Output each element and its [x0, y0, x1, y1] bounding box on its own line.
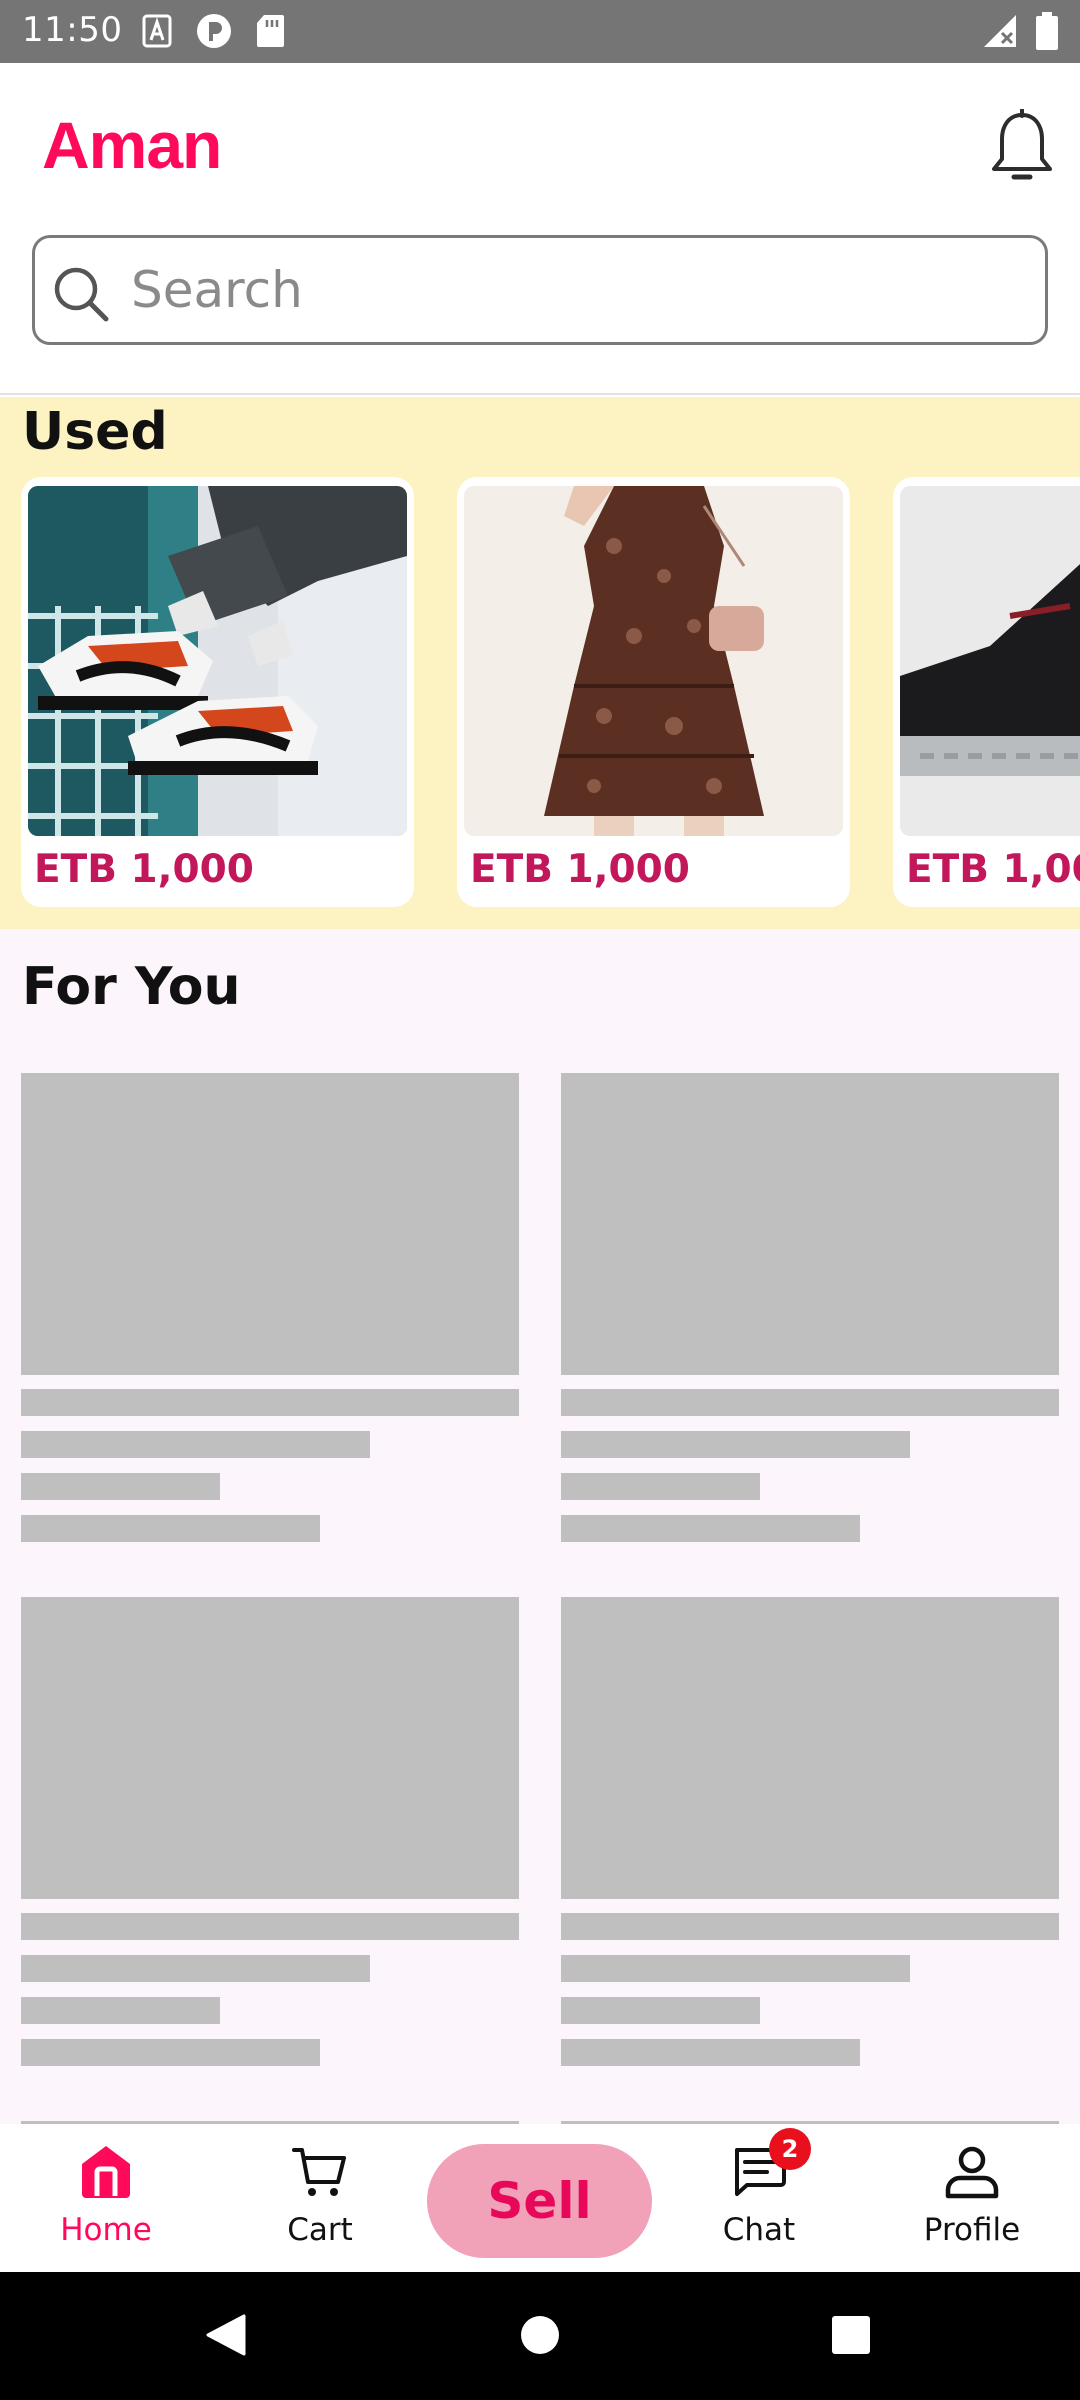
- used-product-price: ETB 1,000: [34, 847, 254, 892]
- battery-icon: [1036, 12, 1058, 50]
- search-input[interactable]: [131, 252, 1011, 328]
- used-product-card[interactable]: ETB 1,000: [21, 477, 414, 907]
- nav-cart-label: Cart: [287, 2212, 353, 2248]
- recents-icon[interactable]: [830, 2312, 872, 2358]
- skeleton-line: [561, 1913, 1059, 1940]
- used-product-card[interactable]: ETB 1,000: [457, 477, 850, 907]
- bottom-nav: Home Cart Sell 2 Chat Profile: [0, 2124, 1080, 2272]
- skeleton-line: [561, 1955, 910, 1982]
- search-icon: [54, 267, 109, 322]
- skeleton-line: [21, 1913, 519, 1940]
- nav-chat[interactable]: 2 Chat: [699, 2124, 819, 2272]
- skeleton-image: [21, 1597, 519, 1899]
- used-product-price: ETB 1,000: [470, 847, 690, 892]
- status-bar: 11:50: [0, 0, 1080, 63]
- skeleton-image: [21, 1073, 519, 1375]
- nav-chat-label: Chat: [722, 2212, 796, 2248]
- signal-off-icon: [984, 15, 1016, 47]
- app-header: Aman: [0, 63, 1080, 395]
- skeleton-line: [561, 2039, 860, 2066]
- skeleton-line: [561, 1473, 760, 1500]
- for-you-section-title: For You: [22, 957, 241, 1017]
- profile-icon: [945, 2146, 999, 2199]
- nav-cart[interactable]: Cart: [260, 2124, 380, 2272]
- chat-unread-badge: 2: [769, 2128, 811, 2170]
- home-icon: [82, 2146, 130, 2198]
- p-circle-icon: [197, 14, 231, 48]
- skeleton-line: [21, 1515, 320, 1542]
- used-section-title: Used: [22, 402, 168, 462]
- skeleton-image: [561, 1073, 1059, 1375]
- used-section: Used ETB 1,000 ETB 1,000 ETB 1,0: [0, 397, 1080, 929]
- skeleton-line: [21, 2039, 320, 2066]
- system-nav-bar: [0, 2272, 1080, 2400]
- skeleton-line: [21, 1473, 220, 1500]
- skeleton-line: [561, 1997, 760, 2024]
- back-icon[interactable]: [204, 2312, 248, 2358]
- cart-icon: [292, 2148, 346, 2196]
- status-icons-right: [982, 12, 1058, 50]
- sneakers-photo: [28, 486, 407, 836]
- used-product-card[interactable]: ETB 1,000: [893, 477, 1080, 907]
- brand-logo[interactable]: Aman: [42, 107, 222, 183]
- floral-dress-photo: [464, 486, 843, 836]
- skeleton-line: [21, 1997, 220, 2024]
- skeleton-line: [21, 1389, 519, 1416]
- nav-home[interactable]: Home: [46, 2124, 166, 2272]
- home-circle-icon[interactable]: [520, 2312, 560, 2358]
- status-icons-left: [142, 13, 284, 49]
- skeleton-line: [21, 1955, 370, 1982]
- skeleton-line: [561, 1515, 860, 1542]
- status-time: 11:50: [22, 10, 123, 50]
- nav-profile[interactable]: Profile: [912, 2124, 1032, 2272]
- chat-icon-wrapper: 2: [729, 2128, 811, 2202]
- black-shoe-photo: [900, 486, 1080, 836]
- for-you-section: For You: [0, 929, 1080, 2124]
- nav-profile-label: Profile: [923, 2212, 1021, 2248]
- skeleton-line: [561, 1389, 1059, 1416]
- skeleton-image: [561, 1597, 1059, 1899]
- text-a-icon: [142, 14, 172, 48]
- skeleton-line: [21, 1431, 370, 1458]
- nav-home-label: Home: [60, 2212, 152, 2248]
- bell-icon[interactable]: [990, 109, 1054, 187]
- skeleton-line: [561, 1431, 910, 1458]
- search-box[interactable]: [32, 235, 1048, 345]
- used-product-price: ETB 1,000: [906, 847, 1080, 892]
- sell-button[interactable]: Sell: [427, 2144, 652, 2258]
- sd-card-icon: [257, 15, 284, 47]
